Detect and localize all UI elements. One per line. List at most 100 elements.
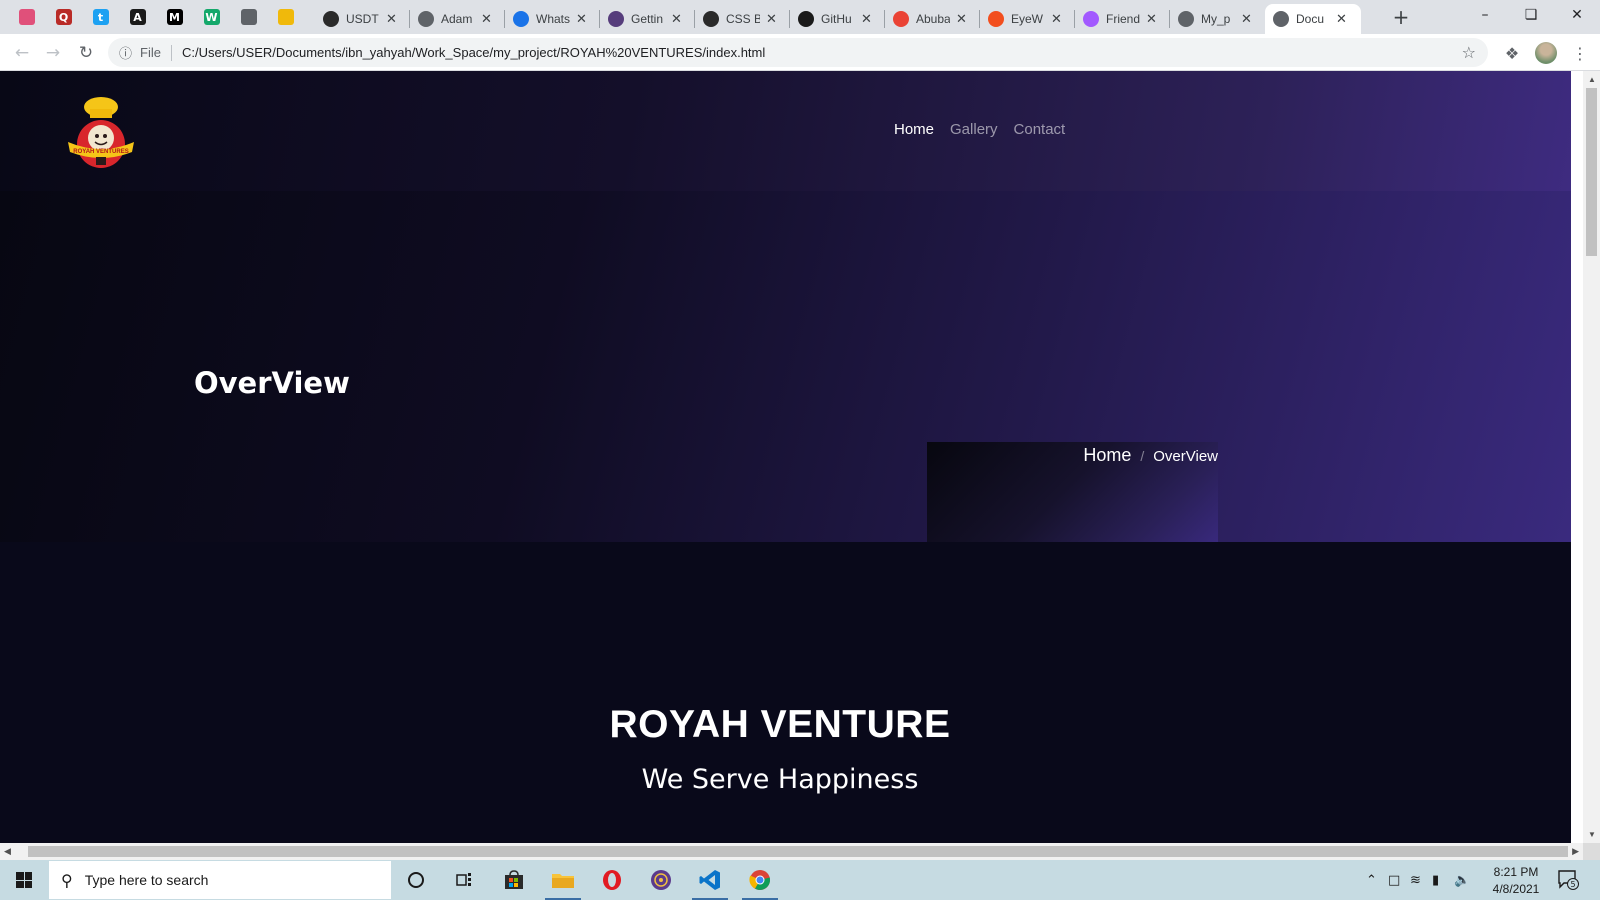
tab-title: GitHu <box>821 12 852 26</box>
task-view-icon[interactable] <box>444 864 484 896</box>
action-center-icon[interactable]: 5 <box>1558 870 1580 890</box>
nav-gallery[interactable]: Gallery <box>950 121 998 138</box>
browser-tab-strip: QtAMW USDT ✕ Adam ✕ Whats ✕ Gettin ✕ CSS B ✕ GitHu… <box>0 0 1600 34</box>
tab-title: Friend <box>1106 12 1140 26</box>
tab-title: Whats <box>536 12 570 26</box>
close-tab-icon[interactable]: ✕ <box>576 12 587 27</box>
close-tab-icon[interactable]: ✕ <box>766 12 777 27</box>
browser-tab[interactable]: Gettin ✕ <box>600 4 694 34</box>
bookmark-star-icon[interactable]: ☆ <box>1462 43 1476 62</box>
vertical-scrollbar[interactable]: ▲ ▼ <box>1583 71 1600 843</box>
reload-button[interactable]: ↻ <box>72 39 100 67</box>
info-icon[interactable]: ⓘ <box>119 43 132 62</box>
breadcrumb-home-link[interactable]: Home <box>1083 445 1131 466</box>
extensions-puzzle-icon[interactable]: ❖ <box>1500 41 1524 65</box>
css-icon <box>703 11 719 27</box>
close-tab-icon[interactable]: ✕ <box>671 12 682 27</box>
pinned-tab[interactable] <box>8 0 45 34</box>
back-button[interactable]: ← <box>8 39 36 67</box>
taskbar-search-box[interactable]: ⚲ Type here to search <box>48 860 392 900</box>
cortana-icon[interactable] <box>396 864 436 896</box>
search-icon: ⚲ <box>61 870 73 890</box>
tab-title: Adam <box>441 12 473 26</box>
pinned-tab[interactable]: W <box>193 0 230 34</box>
restore-button[interactable]: ❏ <box>1508 0 1554 30</box>
address-url[interactable]: C:/Users/USER/Documents/ibn_yahyah/Work_… <box>182 45 765 60</box>
address-scheme-label: File <box>140 45 161 60</box>
minimize-button[interactable]: – <box>1462 0 1508 30</box>
new-tab-button[interactable]: + <box>1389 4 1413 30</box>
show-hidden-icons-icon[interactable]: ⌃ <box>1366 860 1377 900</box>
meet-now-icon[interactable]: □ <box>1388 860 1400 900</box>
profile-avatar[interactable] <box>1535 42 1557 64</box>
figma-file-icon <box>1083 11 1099 27</box>
pinned-tab[interactable] <box>230 0 267 34</box>
tab-title: CSS B <box>726 12 760 26</box>
browser-tab[interactable]: USDT ✕ <box>315 4 409 34</box>
tab-title: My_p <box>1201 12 1231 26</box>
close-tab-icon[interactable]: ✕ <box>1146 12 1157 27</box>
scrollbar-corner <box>1583 843 1600 860</box>
scroll-right-arrow-icon[interactable]: ▶ <box>1572 846 1579 857</box>
browser-tab[interactable]: CSS B ✕ <box>695 4 789 34</box>
windows-taskbar: ⚲ Type here to search ⌃ □ ≋ ▮ 🔈 8:21 PM … <box>0 860 1600 900</box>
opera-browser-icon[interactable] <box>592 864 632 896</box>
close-tab-icon[interactable]: ✕ <box>1336 12 1347 27</box>
tor-browser-icon[interactable] <box>641 864 681 896</box>
address-bar[interactable]: ⓘ File C:/Users/USER/Documents/ibn_yahya… <box>108 38 1488 67</box>
scroll-up-arrow-icon[interactable]: ▲ <box>1588 75 1596 84</box>
close-tab-icon[interactable]: ✕ <box>956 12 967 27</box>
quora-icon: Q <box>55 9 72 25</box>
microsoft-store-icon[interactable] <box>494 864 534 896</box>
close-window-button[interactable]: ✕ <box>1554 0 1600 30</box>
clock-time: 8:21 PM <box>1493 865 1539 879</box>
close-tab-icon[interactable]: ✕ <box>1241 12 1252 27</box>
pinned-tab[interactable]: t <box>82 0 119 34</box>
vscode-icon[interactable] <box>690 864 730 900</box>
browser-tab[interactable]: Whats ✕ <box>505 4 599 34</box>
browser-tab[interactable]: GitHu ✕ <box>790 4 884 34</box>
close-tab-icon[interactable]: ✕ <box>481 12 492 27</box>
volume-icon[interactable]: 🔈 <box>1454 860 1470 900</box>
windows-logo-icon <box>16 872 32 888</box>
nav-home[interactable]: Home <box>894 121 934 138</box>
scroll-down-arrow-icon[interactable]: ▼ <box>1588 830 1596 839</box>
pinned-tab[interactable]: A <box>119 0 156 34</box>
horizontal-scroll-thumb[interactable] <box>28 846 1568 857</box>
tab-title: Gettin <box>631 12 664 26</box>
browser-tab[interactable]: EyeW ✕ <box>980 4 1074 34</box>
battery-icon[interactable]: ▮ <box>1432 860 1439 900</box>
browser-toolbar: ← → ↻ ⓘ File C:/Users/USER/Documents/ibn… <box>0 34 1600 71</box>
chrome-icon[interactable] <box>740 864 780 900</box>
close-tab-icon[interactable]: ✕ <box>1051 12 1062 27</box>
clock-date: 4/8/2021 <box>1492 882 1540 896</box>
browser-tab[interactable]: Friend ✕ <box>1075 4 1169 34</box>
browser-tab[interactable]: Abuba ✕ <box>885 4 979 34</box>
wifi-icon[interactable]: ≋ <box>1410 860 1421 900</box>
browser-tab[interactable]: Docu ✕ <box>1265 4 1361 34</box>
close-tab-icon[interactable]: ✕ <box>861 12 872 27</box>
scroll-left-arrow-icon[interactable]: ◀ <box>4 846 11 857</box>
browser-tab[interactable]: My_p ✕ <box>1170 4 1264 34</box>
tab-title: USDT <box>346 12 379 26</box>
forward-button[interactable]: → <box>39 39 67 67</box>
horizontal-scrollbar[interactable]: ◀ ▶ <box>0 843 1583 860</box>
nav-contact[interactable]: Contact <box>1014 121 1066 138</box>
page-viewport: ROYAH VENTURES Home Gallery Contact Over… <box>0 71 1571 843</box>
breadcrumb-current: OverView <box>1153 448 1218 465</box>
taskbar-clock[interactable]: 8:21 PM 4/8/2021 <box>1484 864 1548 898</box>
tab-title: EyeW <box>1011 12 1044 26</box>
pinned-tab[interactable]: Q <box>45 0 82 34</box>
medium-icon: M <box>166 9 183 25</box>
browser-tab[interactable]: Adam ✕ <box>410 4 504 34</box>
search-placeholder: Type here to search <box>84 872 209 888</box>
pinned-tab[interactable] <box>267 0 304 34</box>
pinned-tab[interactable]: M <box>156 0 193 34</box>
vertical-scroll-thumb[interactable] <box>1586 88 1597 256</box>
royah-ventures-logo[interactable]: ROYAH VENTURES <box>66 94 134 170</box>
start-button[interactable] <box>0 860 48 900</box>
browser-menu-icon[interactable]: ⋮ <box>1572 41 1588 65</box>
close-tab-icon[interactable]: ✕ <box>386 12 397 27</box>
file-explorer-icon[interactable] <box>543 864 583 900</box>
globe-icon <box>418 11 434 27</box>
